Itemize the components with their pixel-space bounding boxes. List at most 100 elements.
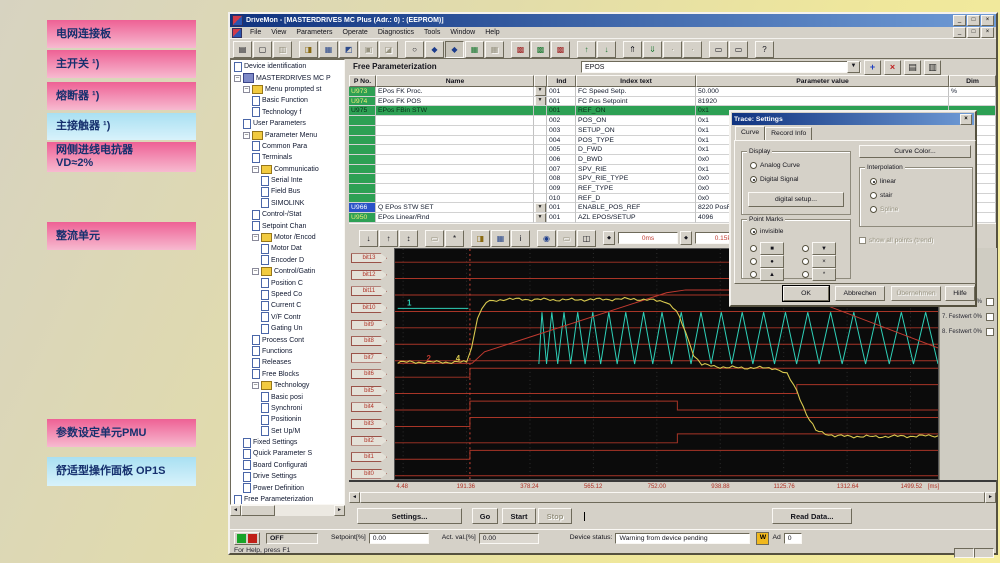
new-list-button[interactable]: ▤ [904, 60, 921, 75]
settings-button[interactable]: Settings... [357, 508, 462, 524]
tree-item[interactable]: Common Para [231, 141, 344, 152]
combo-cell[interactable] [534, 184, 547, 194]
table-row[interactable]: U973EPos FK Proc.▼001FC Speed Setp.50.00… [349, 87, 996, 97]
ind-cell[interactable]: 001 [547, 97, 576, 107]
open-trace-icon[interactable]: ◨ [471, 230, 490, 247]
cursor-step2-icon[interactable]: ◆ [680, 231, 692, 245]
value-cell[interactable]: 50.000 [696, 87, 949, 97]
open-file-icon[interactable]: ▢ [253, 41, 272, 58]
menu-file[interactable]: File [245, 29, 266, 36]
tree-item[interactable]: Technology f [231, 107, 344, 118]
point-mark-option[interactable]: ▼ [802, 242, 836, 255]
channel-checkbox[interactable] [986, 298, 994, 306]
spline-radio[interactable]: Spline [870, 206, 898, 213]
index-text-cell[interactable]: POS_TYPE [576, 136, 696, 146]
green-led-icon[interactable] [237, 534, 246, 543]
extra1-icon[interactable]: · [663, 41, 682, 58]
dropdown-icon[interactable]: ▼ [535, 87, 546, 96]
name-cell[interactable]: EPos Linear/Rnd [376, 213, 534, 223]
pno-cell[interactable]: U966 [349, 203, 376, 213]
combo-cell[interactable] [534, 116, 547, 126]
read-data-button[interactable]: Read Data... [772, 508, 852, 524]
menu-operate[interactable]: Operate [338, 29, 373, 36]
paramset-red-icon[interactable]: ▩ [511, 41, 530, 58]
titlebar-minimize-icon[interactable]: _ [953, 15, 966, 26]
show-all-points-checkbox[interactable]: show all points (trend) [859, 237, 934, 244]
index-text-cell[interactable]: D_FWD [576, 145, 696, 155]
combo-cell[interactable] [534, 126, 547, 136]
chevron-down-icon[interactable]: ▼ [847, 61, 860, 73]
tree-item[interactable]: SIMOLINK [231, 198, 344, 209]
online-icon[interactable]: ◆ [425, 41, 444, 58]
child-window-close-icon[interactable]: × [981, 27, 994, 38]
index-text-cell[interactable]: ENABLE_POS_REF [576, 203, 696, 213]
extra2-icon[interactable]: · [683, 41, 702, 58]
ok-button[interactable]: OK [783, 286, 829, 301]
point-mark-option[interactable]: ▲ [750, 268, 784, 281]
menu-help[interactable]: Help [480, 29, 504, 36]
index-text-cell[interactable]: FC Speed Setp. [576, 87, 696, 97]
name-cell[interactable]: EPos FBin STW [376, 106, 534, 116]
table-row[interactable]: U974EPos FK POS▼001FC Pos Setpoint81920 [349, 97, 996, 107]
combo-cell[interactable] [534, 194, 547, 204]
child-window-maximize-icon[interactable]: □ [967, 27, 980, 38]
window-titlebar[interactable]: DriveMon - [MASTERDRIVES MC Plus (Adr.: … [230, 14, 996, 27]
window-tile-icon[interactable]: ▭ [709, 41, 728, 58]
tree-item[interactable]: –Control/Gatin [231, 266, 344, 277]
pno-cell[interactable] [349, 136, 376, 146]
tree-item[interactable]: Process Cont [231, 334, 344, 345]
ind-cell[interactable]: 010 [547, 194, 576, 204]
monitor-green-icon[interactable]: ▦ [465, 41, 484, 58]
tree-item[interactable]: Basic posi [231, 391, 344, 402]
scroll-right-icon[interactable]: ► [334, 505, 345, 516]
digital-signal-radio[interactable]: Digital Signal [750, 176, 798, 183]
tab-curve[interactable]: Curve [735, 126, 765, 141]
tree-item[interactable]: Releases [231, 357, 344, 368]
stop-button[interactable]: Stop [538, 508, 572, 524]
combo-cell[interactable]: ▼ [534, 87, 547, 97]
scroll-left-icon[interactable]: ◄ [230, 505, 241, 516]
name-cell[interactable] [376, 155, 534, 165]
upread-icon[interactable]: ↑ [577, 41, 596, 58]
start-button[interactable]: Start [502, 508, 536, 524]
menu-tools[interactable]: Tools [419, 29, 445, 36]
download-icon[interactable]: ↓ [597, 41, 616, 58]
pno-cell[interactable] [349, 194, 376, 204]
scroll-thumb[interactable] [360, 492, 985, 503]
combo-cell[interactable]: ▼ [534, 97, 547, 107]
tree-item[interactable]: –Technology [231, 380, 344, 391]
column-header[interactable]: P No. [349, 75, 376, 87]
pno-cell[interactable] [349, 145, 376, 155]
combo-cell[interactable]: ▼ [534, 203, 547, 213]
index-text-cell[interactable]: D_BWD [576, 155, 696, 165]
cursor-step-icon[interactable]: ◆ [603, 231, 615, 245]
paste-icon[interactable]: ◪ [379, 41, 398, 58]
abbrechen-button[interactable]: Abbrechen [835, 286, 885, 301]
combo-cell[interactable] [534, 145, 547, 155]
collapse-icon[interactable]: – [243, 86, 250, 93]
combo-cell[interactable] [534, 165, 547, 175]
zoom-range-icon[interactable]: ↕ [399, 230, 418, 247]
tree-item[interactable]: User Parameters [231, 118, 344, 129]
menu-diagnostics[interactable]: Diagnostics [373, 29, 419, 36]
pno-cell[interactable] [349, 174, 376, 184]
point-mark-option[interactable]: * [802, 268, 836, 281]
ubernehmen-button[interactable]: Übernehmen [891, 286, 941, 301]
tree-horizontal-scrollbar[interactable]: ◄ ► [230, 505, 345, 516]
ind-cell[interactable]: 004 [547, 136, 576, 146]
window-cascade-icon[interactable]: ▭ [729, 41, 748, 58]
column-header[interactable]: Index text [576, 75, 696, 87]
tree-item[interactable]: Speed Co [231, 289, 344, 300]
index-text-cell[interactable]: REF_TYPE [576, 184, 696, 194]
tools-icon[interactable]: * [445, 230, 464, 247]
collapse-icon[interactable]: – [252, 382, 259, 389]
info-icon[interactable]: i [511, 230, 530, 247]
name-cell[interactable] [376, 165, 534, 175]
tree-item[interactable]: Synchroni [231, 403, 344, 414]
channel-checkbox[interactable] [986, 328, 994, 336]
tree-item[interactable]: Position C [231, 277, 344, 288]
hilfe-button[interactable]: Hilfe [945, 286, 975, 301]
file-info-icon[interactable]: ▥ [273, 41, 292, 58]
titlebar-maximize-icon[interactable]: □ [967, 15, 980, 26]
name-cell[interactable]: Q EPos STW SET [376, 203, 534, 213]
